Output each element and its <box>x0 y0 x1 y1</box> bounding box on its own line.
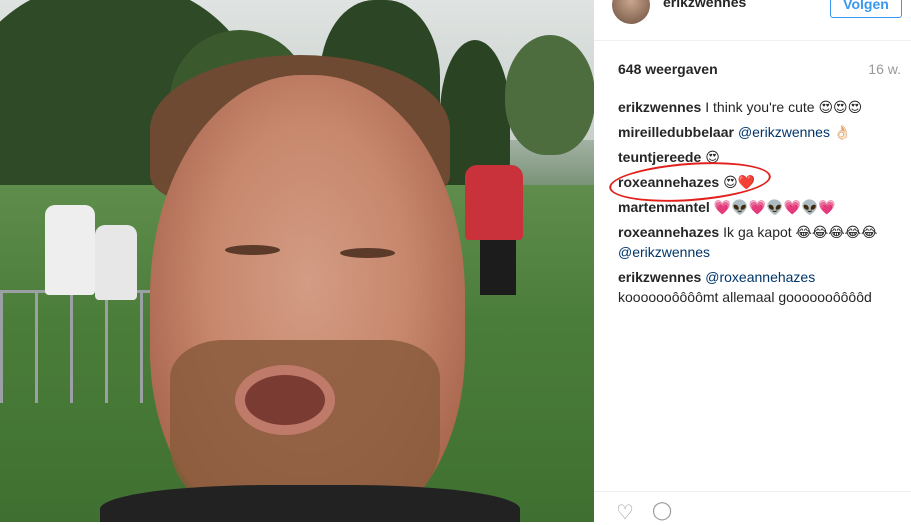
comment-username[interactable]: mireilledubbelaar <box>618 124 734 140</box>
eye <box>340 248 395 258</box>
comment: mireilledubbelaar @erikzwennes 👌🏻 <box>618 122 903 142</box>
comment-list: erikzwennes I think you're cute 😍😍😍 mirei… <box>618 97 903 312</box>
fence <box>0 290 150 403</box>
comment-text: 👌🏻 <box>829 124 852 140</box>
comment: roxeannehazes Ik ga kapot 😂😂😂😂😂 @erikzwen… <box>618 222 903 262</box>
post-sidebar: erikzwennes Volgen 648 weergaven 16 w. e… <box>594 0 911 525</box>
comment: teuntjereede 😍 <box>618 147 903 167</box>
comment-text: Ik ga kapot 😂😂😂😂😂 <box>723 224 878 240</box>
post-actions: ♡ ◯ <box>594 491 911 525</box>
video-player[interactable] <box>0 0 594 522</box>
comment-mention[interactable]: @roxeannehazes <box>705 269 815 285</box>
comment-username[interactable]: erikzwennes <box>618 269 701 285</box>
background-person <box>465 165 523 240</box>
post-header: erikzwennes Volgen <box>594 0 911 41</box>
eye <box>225 245 280 255</box>
background-person <box>480 240 516 295</box>
background-person <box>45 205 95 295</box>
tree <box>505 35 594 155</box>
comment-username[interactable]: roxeannehazes <box>618 224 719 240</box>
avatar[interactable] <box>612 0 650 24</box>
view-count: 648 weergaven <box>618 61 718 77</box>
mouth <box>245 375 325 425</box>
comment-text: 💗👽💗👽💗👽💗 <box>713 199 836 215</box>
background-person <box>95 225 137 300</box>
comment-mention[interactable]: @erikzwennes <box>618 244 710 260</box>
comment-username[interactable]: erikzwennes <box>618 99 701 115</box>
comment-text: I think you're cute 😍😍😍 <box>705 99 863 115</box>
shirt <box>100 485 520 522</box>
follow-button[interactable]: Volgen <box>830 0 902 18</box>
post-username[interactable]: erikzwennes <box>663 0 746 10</box>
comment: erikzwennes I think you're cute 😍😍😍 <box>618 97 903 117</box>
comment-mention[interactable]: @erikzwennes <box>738 124 830 140</box>
comment-icon[interactable]: ◯ <box>652 500 672 521</box>
heart-icon[interactable]: ♡ <box>616 500 634 525</box>
post-age[interactable]: 16 w. <box>868 61 901 77</box>
comment-text: kooooooôôôômt allemaal gooooooôôôôd <box>618 289 872 305</box>
comment: erikzwennes @roxeannehazes kooooooôôôômt … <box>618 267 903 307</box>
